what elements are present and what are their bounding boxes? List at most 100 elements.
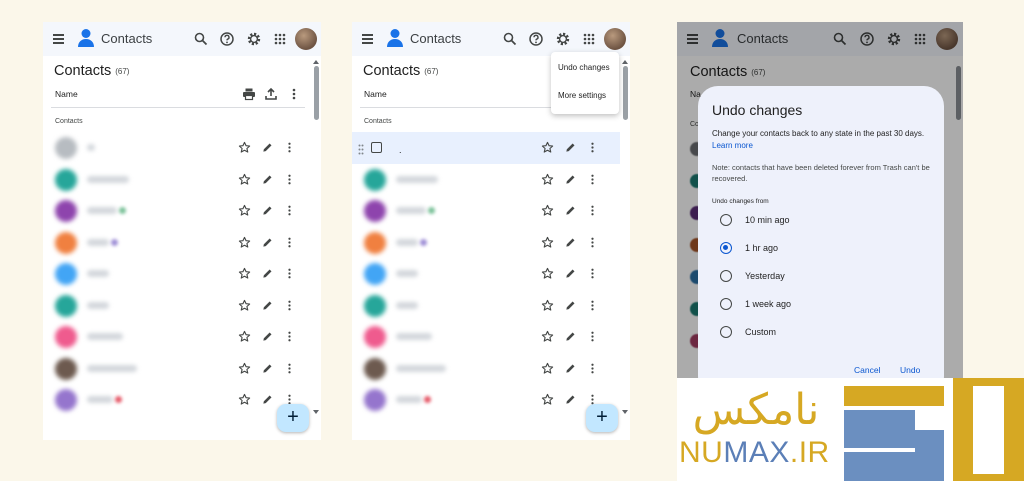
pencil-icon[interactable]	[564, 141, 577, 154]
learn-more-link[interactable]: Learn more	[712, 141, 753, 150]
hamburger-icon[interactable]	[360, 30, 378, 48]
contact-row[interactable]	[352, 290, 620, 322]
radio-button[interactable]	[720, 214, 732, 226]
more-vert-icon[interactable]	[283, 267, 296, 280]
contact-row[interactable]	[43, 384, 311, 416]
pencil-icon[interactable]	[261, 141, 274, 154]
contact-row[interactable]	[352, 195, 620, 227]
radio-button[interactable]	[720, 326, 732, 338]
pencil-icon[interactable]	[564, 267, 577, 280]
radio-button[interactable]	[720, 270, 732, 282]
menu-item-more-settings[interactable]: More settings	[558, 91, 606, 100]
undo-button[interactable]: Undo	[900, 365, 920, 375]
help-icon[interactable]	[219, 31, 235, 47]
scroll-up-arrow[interactable]	[313, 60, 319, 64]
apps-grid-icon[interactable]	[581, 31, 597, 47]
scrollbar-thumb[interactable]	[314, 66, 319, 120]
more-vert-icon[interactable]	[586, 267, 599, 280]
contact-row[interactable]	[352, 258, 620, 290]
star-icon[interactable]	[541, 141, 554, 154]
star-icon[interactable]	[541, 267, 554, 280]
search-icon[interactable]	[193, 31, 209, 47]
pencil-icon[interactable]	[261, 236, 274, 249]
column-header-name[interactable]: Name	[364, 89, 387, 99]
create-contact-button[interactable]: +	[586, 404, 618, 432]
undo-option[interactable]: 1 week ago	[714, 294, 914, 314]
star-icon[interactable]	[541, 299, 554, 312]
pencil-icon[interactable]	[564, 204, 577, 217]
contact-row[interactable]	[352, 384, 620, 416]
menu-item-undo-changes[interactable]: Undo changes	[558, 63, 610, 72]
star-icon[interactable]	[541, 236, 554, 249]
apps-grid-icon[interactable]	[272, 31, 288, 47]
contact-row[interactable]	[352, 227, 620, 259]
more-vert-icon[interactable]	[586, 330, 599, 343]
more-vert-icon[interactable]	[586, 141, 599, 154]
star-icon[interactable]	[238, 299, 251, 312]
star-icon[interactable]	[541, 173, 554, 186]
column-header-name[interactable]: Name	[55, 89, 78, 99]
more-vert-icon[interactable]	[283, 330, 296, 343]
more-vert-icon[interactable]	[283, 236, 296, 249]
more-vert-icon[interactable]	[283, 173, 296, 186]
search-icon[interactable]	[502, 31, 518, 47]
star-icon[interactable]	[541, 204, 554, 217]
help-icon[interactable]	[528, 31, 544, 47]
account-avatar[interactable]	[295, 28, 317, 50]
account-avatar[interactable]	[604, 28, 626, 50]
star-icon[interactable]	[541, 330, 554, 343]
pencil-icon[interactable]	[261, 267, 274, 280]
gear-icon[interactable]	[555, 31, 571, 47]
scrollbar-thumb[interactable]	[623, 66, 628, 120]
scroll-down-arrow[interactable]	[622, 410, 628, 414]
contact-row[interactable]	[43, 132, 311, 164]
scroll-up-arrow[interactable]	[622, 60, 628, 64]
more-vert-icon[interactable]	[283, 141, 296, 154]
contact-row[interactable]	[43, 321, 311, 353]
pencil-icon[interactable]	[261, 173, 274, 186]
contact-row[interactable]	[43, 227, 311, 259]
pencil-icon[interactable]	[261, 393, 274, 406]
more-vert-icon[interactable]	[586, 236, 599, 249]
star-icon[interactable]	[238, 267, 251, 280]
star-icon[interactable]	[238, 173, 251, 186]
more-vert-icon[interactable]	[586, 299, 599, 312]
cancel-button[interactable]: Cancel	[854, 365, 880, 375]
contact-row[interactable]	[352, 353, 620, 385]
star-icon[interactable]	[541, 362, 554, 375]
star-icon[interactable]	[541, 393, 554, 406]
contact-row[interactable]	[43, 195, 311, 227]
star-icon[interactable]	[238, 236, 251, 249]
export-icon[interactable]	[264, 87, 278, 101]
more-vert-icon[interactable]	[283, 362, 296, 375]
contact-row[interactable]: .	[352, 132, 620, 164]
hamburger-icon[interactable]	[51, 30, 69, 48]
undo-option[interactable]: 1 hr ago	[714, 238, 914, 258]
pencil-icon[interactable]	[564, 299, 577, 312]
undo-option[interactable]: Yesterday	[714, 266, 914, 286]
radio-button[interactable]	[720, 298, 732, 310]
star-icon[interactable]	[238, 393, 251, 406]
pencil-icon[interactable]	[261, 299, 274, 312]
star-icon[interactable]	[238, 141, 251, 154]
pencil-icon[interactable]	[564, 330, 577, 343]
more-vert-icon[interactable]	[283, 299, 296, 312]
print-icon[interactable]	[242, 87, 256, 101]
pencil-icon[interactable]	[261, 330, 274, 343]
pencil-icon[interactable]	[261, 204, 274, 217]
star-icon[interactable]	[238, 204, 251, 217]
contact-row[interactable]	[43, 164, 311, 196]
pencil-icon[interactable]	[564, 362, 577, 375]
undo-option[interactable]: 10 min ago	[714, 210, 914, 230]
more-vert-icon[interactable]	[283, 204, 296, 217]
pencil-icon[interactable]	[564, 173, 577, 186]
contact-row[interactable]	[352, 164, 620, 196]
scroll-down-arrow[interactable]	[313, 410, 319, 414]
undo-option[interactable]: Custom	[714, 322, 914, 342]
create-contact-button[interactable]: +	[277, 404, 309, 432]
contact-row[interactable]	[43, 258, 311, 290]
star-icon[interactable]	[238, 330, 251, 343]
more-vert-icon[interactable]	[586, 362, 599, 375]
contact-row[interactable]	[352, 321, 620, 353]
pencil-icon[interactable]	[564, 236, 577, 249]
